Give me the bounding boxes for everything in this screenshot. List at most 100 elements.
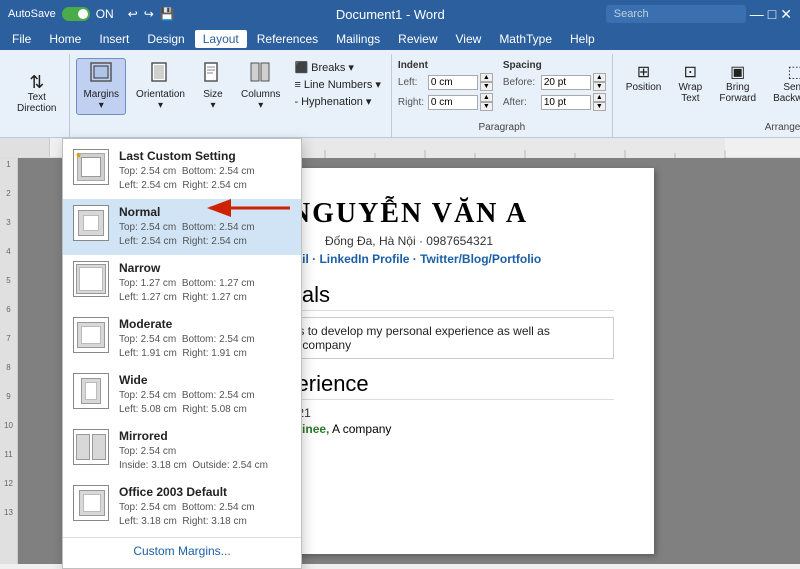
wide-left: Left: 5.08 cm	[119, 404, 177, 415]
redo-icon[interactable]: ↪	[144, 7, 154, 21]
ruler-num-2: 2	[6, 189, 10, 198]
moderate-bottom: Bottom: 2.54 cm	[182, 334, 255, 345]
menu-mathtype[interactable]: MathType	[491, 30, 560, 48]
wrap-text-label2: Text	[681, 93, 699, 104]
job-item-2: Job 2	[248, 456, 614, 470]
menu-help[interactable]: Help	[562, 30, 603, 48]
margin-last-custom[interactable]: ★ Last Custom Setting Top: 2.54 cm Botto…	[63, 143, 301, 199]
orientation-dropdown-icon: ▾	[158, 100, 163, 111]
indent-left-down[interactable]: ▼	[480, 82, 493, 91]
window-title: Document1 - Word	[336, 7, 445, 22]
menu-insert[interactable]: Insert	[91, 30, 137, 48]
spacing-before-spinner[interactable]: ▲ ▼	[593, 73, 606, 91]
hyphenation-label: Hyphenation ▾	[301, 95, 371, 108]
orientation-button[interactable]: Orientation ▾	[129, 58, 192, 115]
menu-view[interactable]: View	[448, 30, 490, 48]
ribbon-section-paragraph: Indent Left: ▲ ▼ Right: ▲ ▼	[392, 54, 613, 137]
last-custom-bottom: Bottom: 2.54 cm	[182, 166, 255, 177]
margin-narrow-detail: Top: 1.27 cm Bottom: 1.27 cm Left: 1.27 …	[119, 277, 291, 305]
save-icon[interactable]: 💾	[160, 7, 175, 21]
narrow-top: Top: 1.27 cm	[119, 278, 176, 289]
text-direction-icon: ⇅	[29, 73, 44, 91]
margin-moderate-inner	[77, 322, 105, 348]
menu-review[interactable]: Review	[390, 30, 445, 48]
breaks-icon: ⬛	[294, 61, 308, 74]
margin-last-custom-name: Last Custom Setting	[119, 149, 291, 163]
ribbon-section-text-direction: ⇅ Text Direction	[4, 54, 70, 137]
hyphenation-button[interactable]: - Hyphenation ▾	[290, 94, 384, 109]
indent-right-spinner[interactable]: ▲ ▼	[480, 93, 493, 111]
title-bar: AutoSave ON ↩ ↪ 💾 Document1 - Word — □ ✕	[0, 0, 800, 28]
position-button[interactable]: ⊞ Position	[619, 58, 669, 97]
position-label: Position	[626, 82, 662, 93]
spacing-after-input[interactable]	[541, 95, 591, 110]
minimize-icon[interactable]: —	[750, 6, 764, 22]
text-direction-label: Text	[28, 92, 46, 103]
autosave-label: AutoSave	[8, 8, 56, 20]
columns-button[interactable]: Columns ▾	[234, 58, 287, 115]
margin-office2003[interactable]: Office 2003 Default Top: 2.54 cm Bottom:…	[63, 479, 301, 535]
spacing-before-up[interactable]: ▲	[593, 73, 606, 82]
menu-mailings[interactable]: Mailings	[328, 30, 388, 48]
size-button[interactable]: Size ▾	[195, 58, 231, 115]
margin-narrow-info: Narrow Top: 1.27 cm Bottom: 1.27 cm Left…	[119, 261, 291, 305]
indent-right-up[interactable]: ▲	[480, 93, 493, 102]
indent-left-input[interactable]	[428, 75, 478, 90]
spacing-before-down[interactable]: ▼	[593, 82, 606, 91]
breaks-button[interactable]: ⬛ Breaks ▾	[290, 60, 384, 75]
size-dropdown-icon: ▾	[210, 100, 215, 111]
spacing-after-up[interactable]: ▲	[593, 93, 606, 102]
search-input[interactable]	[606, 5, 746, 23]
margin-normal[interactable]: Normal Top: 2.54 cm Bottom: 2.54 cm Left…	[63, 199, 301, 255]
text-direction-button[interactable]: ⇅ Text Direction	[10, 69, 63, 118]
autosave-toggle[interactable]	[62, 7, 90, 21]
close-icon[interactable]: ✕	[780, 6, 792, 23]
ruler-num-6: 6	[6, 305, 10, 314]
margin-normal-page	[83, 215, 99, 231]
indent-right-down[interactable]: ▼	[480, 102, 493, 111]
margin-mirrored-icon	[73, 429, 109, 465]
ruler-num-3: 3	[6, 218, 10, 227]
menu-bar: File Home Insert Design Layout Reference…	[0, 28, 800, 50]
margin-last-custom-icon: ★	[73, 149, 109, 185]
text-direction-label2: Direction	[17, 103, 56, 114]
undo-icon[interactable]: ↩	[128, 7, 138, 21]
margin-moderate[interactable]: Moderate Top: 2.54 cm Bottom: 2.54 cm Le…	[63, 311, 301, 367]
indent-left-up[interactable]: ▲	[480, 73, 493, 82]
send-backward-label2: Backward	[773, 93, 800, 104]
bring-forward-button[interactable]: ▣ Bring Forward	[712, 58, 763, 108]
arrange-section-label: Arrange	[765, 120, 800, 135]
margin-mirrored[interactable]: Mirrored Top: 2.54 cm Inside: 3.18 cm Ou…	[63, 423, 301, 479]
custom-margins-button[interactable]: Custom Margins...	[63, 537, 301, 564]
menu-file[interactable]: File	[4, 30, 39, 48]
maximize-icon[interactable]: □	[768, 6, 776, 22]
menu-home[interactable]: Home	[41, 30, 89, 48]
send-backward-label: Send	[783, 82, 800, 93]
menu-layout[interactable]: Layout	[195, 30, 247, 48]
margin-mirrored-info: Mirrored Top: 2.54 cm Inside: 3.18 cm Ou…	[119, 429, 291, 473]
send-backward-button[interactable]: ⬚ Send Backward	[766, 58, 800, 108]
indent-left-spinner[interactable]: ▲ ▼	[480, 73, 493, 91]
margin-wide[interactable]: Wide Top: 2.54 cm Bottom: 2.54 cm Left: …	[63, 367, 301, 423]
line-numbers-button[interactable]: ≡ Line Numbers ▾	[290, 77, 384, 92]
margin-narrow-icon	[73, 261, 109, 297]
spacing-before-input[interactable]	[541, 75, 591, 90]
indent-right-input[interactable]	[428, 95, 478, 110]
office2003-top: Top: 2.54 cm	[119, 502, 176, 513]
menu-design[interactable]: Design	[139, 30, 192, 48]
bring-forward-label: Bring	[726, 82, 749, 93]
custom-margins-label: Custom Margins...	[133, 544, 230, 558]
ruler-num-11: 11	[4, 450, 12, 459]
margins-button[interactable]: Margins ▾	[76, 58, 126, 115]
spacing-after-down[interactable]: ▼	[593, 102, 606, 111]
indent-right-row: Right: ▲ ▼	[398, 93, 493, 111]
margin-wide-page	[85, 382, 97, 400]
margin-mirrored-left	[76, 434, 90, 460]
wrap-text-button[interactable]: ⊡ Wrap Text	[671, 58, 709, 108]
breaks-label: Breaks ▾	[311, 61, 354, 74]
menu-references[interactable]: References	[249, 30, 326, 48]
mirrored-outside: Outside: 2.54 cm	[192, 460, 268, 471]
line-numbers-label: Line Numbers ▾	[304, 78, 381, 91]
spacing-after-spinner[interactable]: ▲ ▼	[593, 93, 606, 111]
margin-narrow[interactable]: Narrow Top: 1.27 cm Bottom: 1.27 cm Left…	[63, 255, 301, 311]
